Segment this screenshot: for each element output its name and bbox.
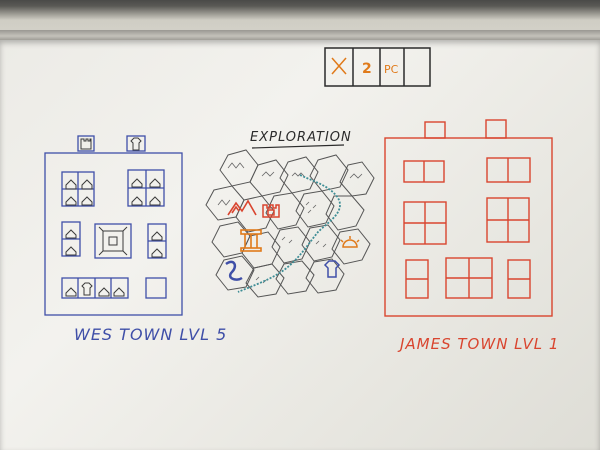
house-icon — [81, 179, 93, 190]
wes-town-buildings — [65, 137, 163, 297]
house-icon — [113, 287, 125, 297]
river-icon — [225, 260, 243, 281]
castle-icon — [80, 138, 92, 150]
house-icon — [131, 178, 143, 188]
wes-town-label: WES TOWN LVL 5 — [74, 325, 227, 344]
house-icon — [65, 179, 77, 190]
house-icon — [98, 287, 110, 297]
house-icon — [65, 229, 77, 239]
wes-town-map — [44, 135, 183, 316]
castle-icon — [98, 226, 128, 256]
house-icon — [131, 196, 143, 206]
james-town-map — [384, 119, 553, 317]
shirt-icon — [323, 260, 341, 278]
pillar-icon — [240, 229, 262, 252]
top-card — [324, 47, 431, 87]
top-card-code: PC — [384, 63, 399, 76]
house-icon — [149, 178, 161, 188]
house-icon — [81, 196, 93, 206]
house-icon — [65, 287, 77, 297]
crossed-swords-icon — [331, 57, 347, 75]
house-icon — [149, 196, 161, 206]
whiteboard-drawing: 2 PC EXPLORATION WES TOWN LVL 5 JAMES TO… — [44, 47, 559, 353]
james-town-tab — [424, 121, 446, 139]
house-icon — [151, 248, 163, 258]
house-icon — [65, 196, 77, 206]
house-icon — [65, 246, 77, 256]
james-town-tab — [485, 119, 507, 139]
house-icon — [151, 231, 163, 241]
top-card-number: 2 — [362, 61, 372, 77]
sun-icon — [340, 236, 360, 248]
exploration-heading: EXPLORATION — [250, 130, 352, 145]
heading-underline — [251, 144, 345, 149]
shirt-icon — [81, 282, 93, 296]
james-town-label: JAMES TOWN LVL 1 — [397, 335, 559, 353]
shirt-icon — [130, 137, 142, 151]
